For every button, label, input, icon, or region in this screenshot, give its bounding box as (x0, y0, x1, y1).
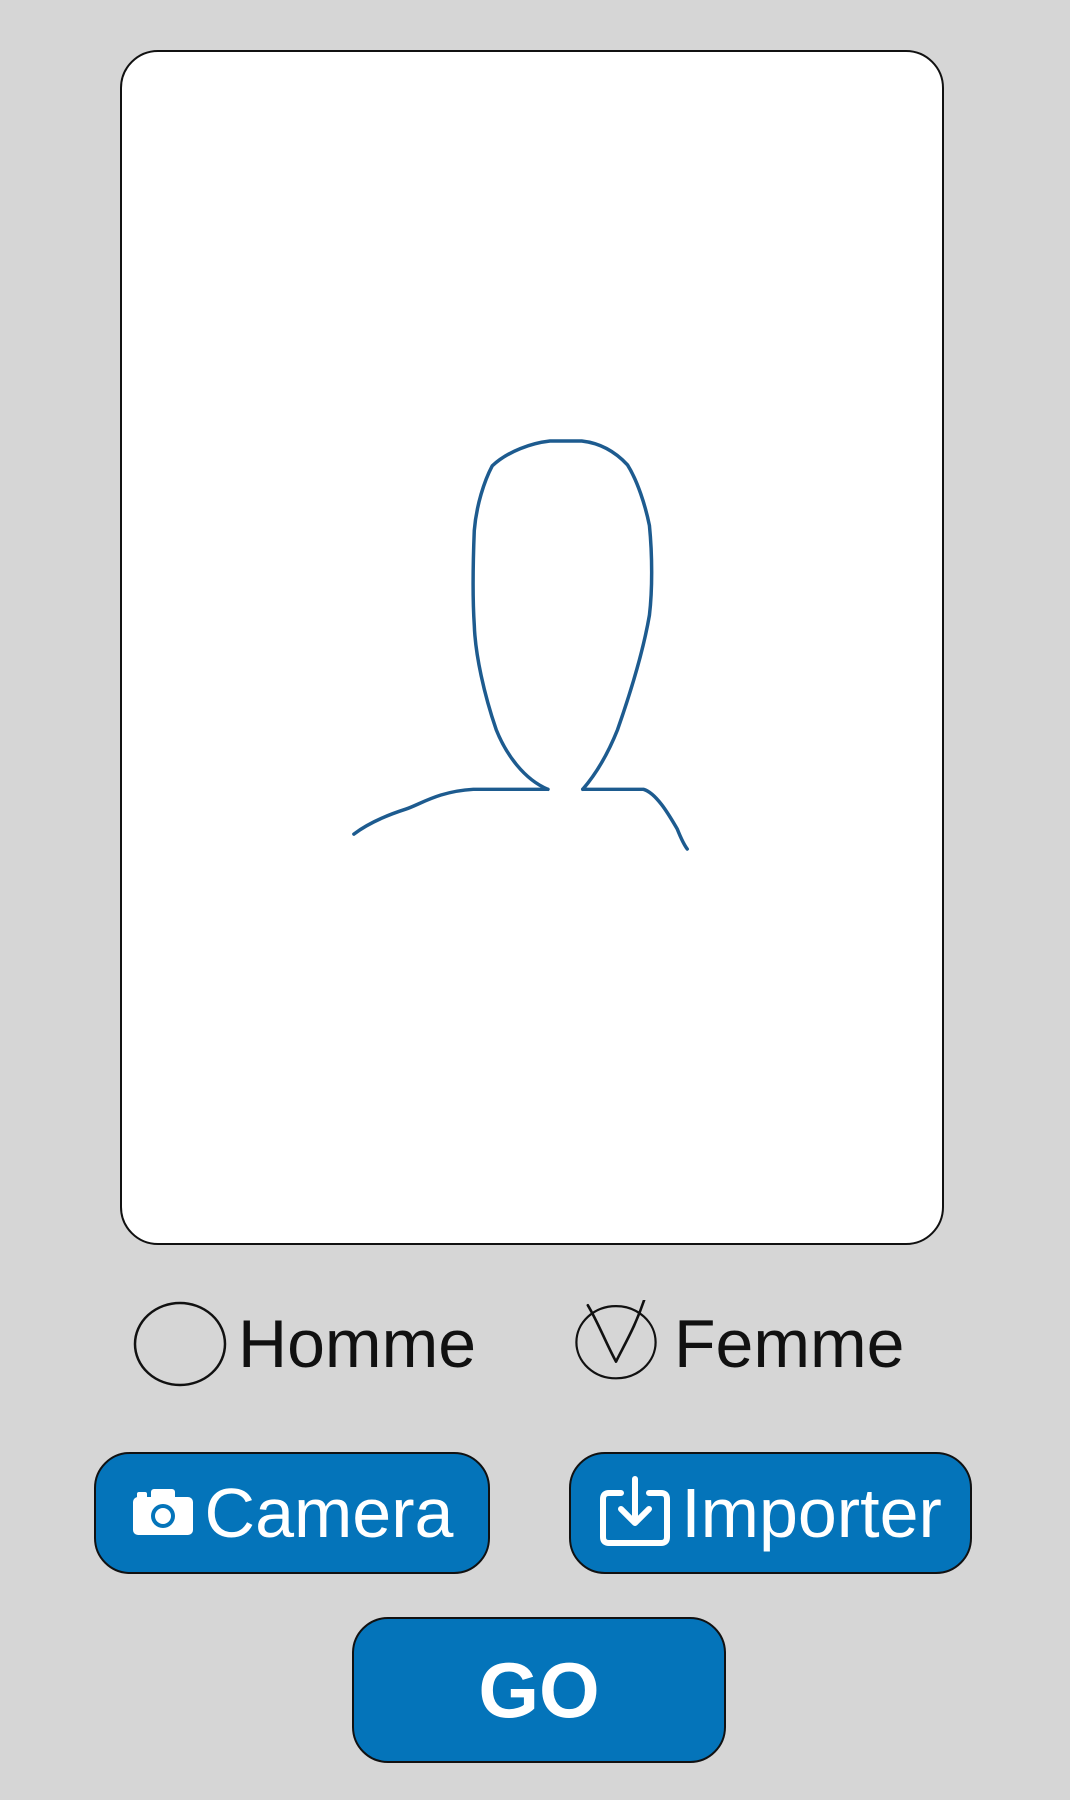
photo-preview-area (120, 50, 944, 1245)
camera-button-label: Camera (204, 1474, 454, 1552)
camera-icon (131, 1485, 195, 1542)
gender-option-homme[interactable]: Homme (132, 1296, 476, 1392)
camera-button[interactable]: Camera (94, 1452, 490, 1574)
download-tray-icon (599, 1475, 671, 1552)
gender-option-femme[interactable]: Femme (568, 1296, 904, 1392)
go-button[interactable]: GO (352, 1617, 726, 1763)
import-button[interactable]: Importer (569, 1452, 972, 1574)
go-button-label: GO (478, 1646, 600, 1734)
radio-femme-checked[interactable] (568, 1300, 664, 1388)
radio-homme[interactable] (132, 1300, 228, 1388)
import-button-label: Importer (681, 1474, 942, 1552)
gender-label-femme: Femme (674, 1306, 905, 1382)
person-silhouette-icon (352, 439, 689, 851)
checkmark-icon (586, 1300, 646, 1363)
gender-label-homme: Homme (238, 1306, 477, 1382)
